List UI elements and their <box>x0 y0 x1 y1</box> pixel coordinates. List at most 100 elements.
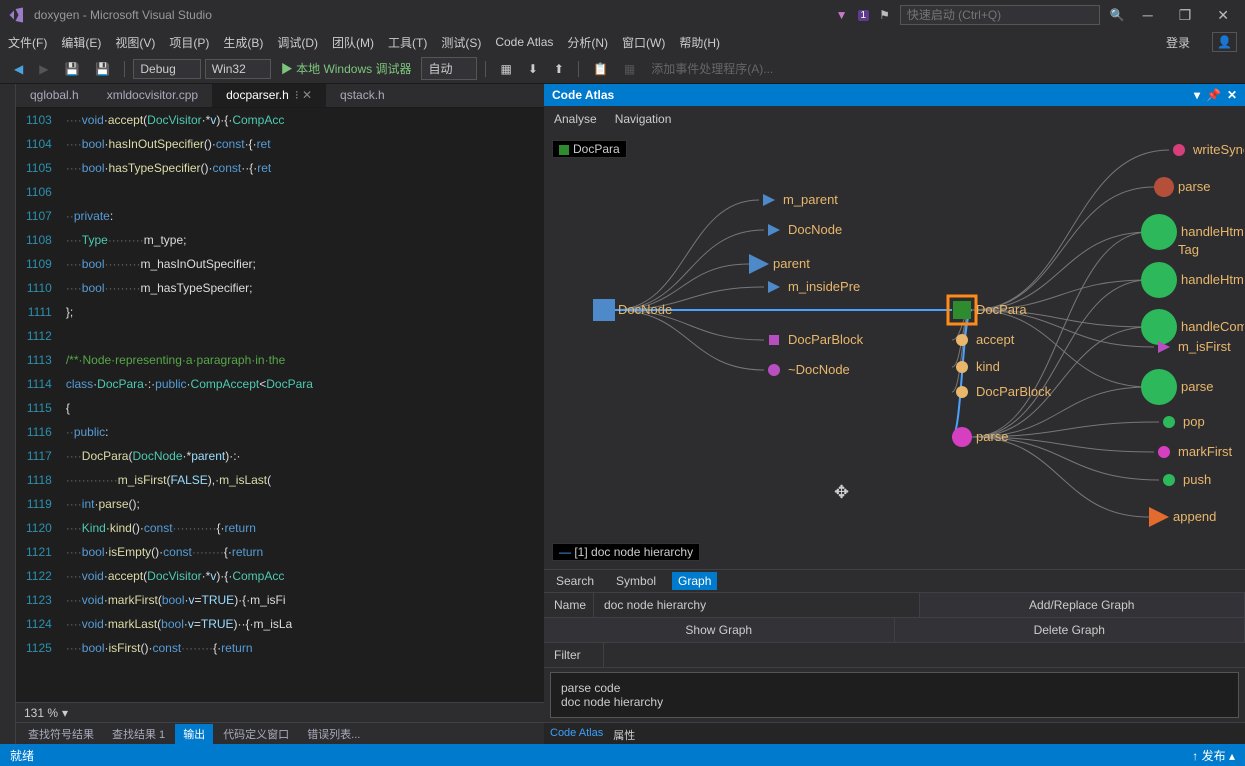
svg-text:push: push <box>1183 472 1211 487</box>
vs-logo-icon <box>8 6 26 24</box>
tb-icon5[interactable]: ▦ <box>618 60 641 78</box>
tb-icon4[interactable]: 📋 <box>587 60 614 78</box>
saveall-icon[interactable]: 💾 <box>89 60 116 78</box>
output-tab[interactable]: 错误列表... <box>299 724 368 744</box>
tb-icon3[interactable]: ⬆ <box>548 60 570 78</box>
svg-text:markFirst: markFirst <box>1178 444 1233 459</box>
svg-text:handleHtm: handleHtm <box>1181 224 1244 239</box>
zoom-level[interactable]: 131 % <box>24 706 58 720</box>
nav-back-icon[interactable]: ◀ <box>8 60 29 78</box>
atlas-menu-analyse[interactable]: Analyse <box>554 112 597 126</box>
menu-analyze[interactable]: 分析(N) <box>567 34 608 51</box>
svg-text:DocPara: DocPara <box>976 302 1027 317</box>
delete-graph-button[interactable]: Delete Graph <box>895 618 1245 642</box>
atlas-btab-properties[interactable]: 属性 <box>613 727 635 744</box>
atlas-dropdown-icon[interactable]: ▾ <box>1194 88 1200 102</box>
toolbar: ◀ ▶ 💾 💾 Debug Win32 ▶ 本地 Windows 调试器 自动 … <box>0 54 1245 84</box>
start-debug-button[interactable]: ▶ 本地 Windows 调试器 <box>275 58 418 79</box>
maximize-button[interactable]: ❐ <box>1171 7 1200 24</box>
output-tab[interactable]: 输出 <box>175 724 213 744</box>
svg-text:handleHtm: handleHtm <box>1181 272 1244 287</box>
atlas-pin-icon[interactable]: 📌 <box>1206 88 1221 102</box>
add-replace-graph-button[interactable]: Add/Replace Graph <box>920 593 1245 617</box>
publish-button[interactable]: ↑ 发布 ▴ <box>1192 747 1235 764</box>
menu-build[interactable]: 生成(B) <box>223 34 263 51</box>
editor-tabs: qglobal.hxmldocvisitor.cppdocparser.h⁝ ✕… <box>16 84 544 108</box>
menu-team[interactable]: 团队(M) <box>332 34 374 51</box>
menu-debug[interactable]: 调试(D) <box>277 34 318 51</box>
search-icon[interactable]: 🔍 <box>1110 8 1125 22</box>
svg-text:writeSyno: writeSyno <box>1192 142 1244 157</box>
atlas-bottom-tabs: Code Atlas 属性 <box>544 722 1245 744</box>
filter-textarea[interactable]: parse code doc node hierarchy <box>550 672 1239 718</box>
svg-text:DocParBlock: DocParBlock <box>976 384 1052 399</box>
svg-text:parse: parse <box>1181 379 1214 394</box>
menu-project[interactable]: 项目(P) <box>169 34 209 51</box>
atlas-menu-navigation[interactable]: Navigation <box>615 112 672 126</box>
svg-text:m_insidePre: m_insidePre <box>788 279 860 294</box>
avatar-icon[interactable]: 👤 <box>1212 32 1237 52</box>
editor-tab[interactable]: docparser.h⁝ ✕ <box>212 84 326 107</box>
svg-text:kind: kind <box>976 359 1000 374</box>
left-toolstrip[interactable] <box>0 84 16 744</box>
output-tab[interactable]: 代码定义窗口 <box>215 724 297 744</box>
move-cursor-icon: ✥ <box>834 482 849 503</box>
config-select[interactable]: Debug <box>133 59 200 79</box>
menubar: 文件(F) 编辑(E) 视图(V) 项目(P) 生成(B) 调试(D) 团队(M… <box>0 30 1245 54</box>
menu-codeatlas[interactable]: Code Atlas <box>495 35 553 49</box>
save-icon[interactable]: 💾 <box>58 60 85 78</box>
atlas-tab-search[interactable]: Search <box>550 572 600 590</box>
notification-badge[interactable]: 1 <box>858 10 870 21</box>
menu-window[interactable]: 窗口(W) <box>622 34 665 51</box>
status-ready: 就绪 <box>10 747 34 764</box>
show-graph-button[interactable]: Show Graph <box>544 618 895 642</box>
nav-fwd-icon[interactable]: ▶ <box>33 60 54 78</box>
menu-edit[interactable]: 编辑(E) <box>61 34 101 51</box>
titlebar: doxygen - Microsoft Visual Studio ▼ 1 ⚑ … <box>0 0 1245 30</box>
tb-icon1[interactable]: ▦ <box>494 60 517 78</box>
svg-text:accept: accept <box>976 332 1015 347</box>
menu-help[interactable]: 帮助(H) <box>679 34 720 51</box>
menu-view[interactable]: 视图(V) <box>115 34 155 51</box>
quick-launch-input[interactable] <box>900 5 1100 25</box>
svg-text:parent: parent <box>773 256 810 271</box>
atlas-close-icon[interactable]: ✕ <box>1227 88 1237 102</box>
atlas-btab-codeatlas[interactable]: Code Atlas <box>550 727 603 744</box>
svg-text:DocNode: DocNode <box>788 222 842 237</box>
svg-text:parse: parse <box>976 429 1009 444</box>
menu-test[interactable]: 测试(S) <box>441 34 481 51</box>
output-tab[interactable]: 查找结果 1 <box>104 724 173 744</box>
svg-text:m_isFirst: m_isFirst <box>1178 339 1231 354</box>
add-handler-button[interactable]: 添加事件处理程序(A)... <box>645 58 779 79</box>
filter-icon[interactable]: ▼ <box>836 8 848 22</box>
atlas-title: Code Atlas <box>552 88 1194 102</box>
atlas-tab-symbol[interactable]: Symbol <box>610 572 662 590</box>
atlas-tab-graph[interactable]: Graph <box>672 572 717 590</box>
name-label: Name <box>544 593 594 617</box>
name-value[interactable]: doc node hierarchy <box>594 593 920 617</box>
platform-select[interactable]: Win32 <box>205 59 271 79</box>
tb-icon2[interactable]: ⬇ <box>522 60 544 78</box>
output-tab[interactable]: 查找符号结果 <box>20 724 102 744</box>
output-tabs: 查找符号结果查找结果 1输出代码定义窗口错误列表... <box>16 722 544 744</box>
minimize-button[interactable]: ─ <box>1135 7 1161 23</box>
svg-text:~DocNode: ~DocNode <box>788 362 850 377</box>
flag-icon[interactable]: ⚑ <box>879 8 890 22</box>
svg-text:DocNode: DocNode <box>618 302 672 317</box>
editor-tab[interactable]: xmldocvisitor.cpp <box>93 84 212 107</box>
menu-tools[interactable]: 工具(T) <box>388 34 427 51</box>
target-select[interactable]: 自动 <box>421 57 477 80</box>
atlas-subtabs: Search Symbol Graph <box>544 569 1245 593</box>
window-title: doxygen - Microsoft Visual Studio <box>34 8 836 22</box>
svg-text:parse: parse <box>1178 179 1211 194</box>
svg-text:handleCom: handleCom <box>1181 319 1244 334</box>
editor-tab[interactable]: qglobal.h <box>16 84 93 107</box>
zoom-bar[interactable]: 131 % ▾ <box>16 702 544 722</box>
close-button[interactable]: ✕ <box>1209 7 1237 24</box>
login-link[interactable]: 登录 <box>1166 34 1190 51</box>
menu-file[interactable]: 文件(F) <box>8 34 47 51</box>
code-area[interactable]: ····void·accept(DocVisitor·*v)·{·CompAcc… <box>66 108 544 702</box>
editor-tab[interactable]: qstack.h <box>326 84 399 107</box>
atlas-graph[interactable]: DocPara DocNodem_parentDocNodeparentm_in… <box>544 132 1245 569</box>
svg-text:append: append <box>1173 509 1216 524</box>
